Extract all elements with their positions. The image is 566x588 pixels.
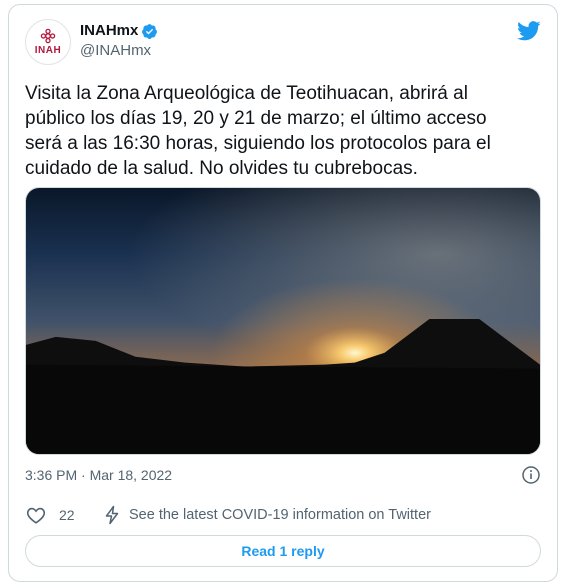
avatar-label: INAH bbox=[34, 45, 62, 56]
author-display-name[interactable]: INAHmx bbox=[80, 21, 138, 41]
read-reply-button[interactable]: Read 1 reply bbox=[25, 535, 541, 567]
teotihuacan-sunset-photo bbox=[26, 188, 540, 454]
tweet-timestamp[interactable]: 3:36 PM · Mar 18, 2022 bbox=[25, 465, 172, 485]
info-icon[interactable] bbox=[521, 465, 541, 485]
bolt-icon bbox=[105, 505, 119, 525]
tweet-meta: 3:36 PM · Mar 18, 2022 bbox=[25, 465, 541, 485]
tweet-card[interactable]: INAH INAHmx @INAHmx Visita la Zona Arque… bbox=[8, 4, 558, 582]
author-info: INAHmx @INAHmx bbox=[80, 21, 158, 61]
like-count: 22 bbox=[59, 507, 75, 523]
author-handle[interactable]: @INAHmx bbox=[80, 41, 158, 61]
tweet-header: INAH INAHmx @INAHmx bbox=[25, 17, 541, 69]
avatar[interactable]: INAH bbox=[25, 19, 71, 65]
twitter-bird-icon[interactable] bbox=[517, 21, 541, 41]
heart-icon[interactable] bbox=[25, 504, 47, 526]
author-name-row: INAHmx bbox=[80, 21, 158, 41]
covid-info-link[interactable]: See the latest COVID-19 information on T… bbox=[129, 507, 431, 523]
verified-badge-icon bbox=[142, 23, 158, 39]
tweet-actions: 22 See the latest COVID-19 information o… bbox=[25, 503, 541, 527]
tweet-photo[interactable] bbox=[25, 187, 541, 455]
tweet-text: Visita la Zona Arqueológica de Teotihuac… bbox=[25, 83, 491, 179]
inah-logo-icon bbox=[40, 28, 56, 44]
